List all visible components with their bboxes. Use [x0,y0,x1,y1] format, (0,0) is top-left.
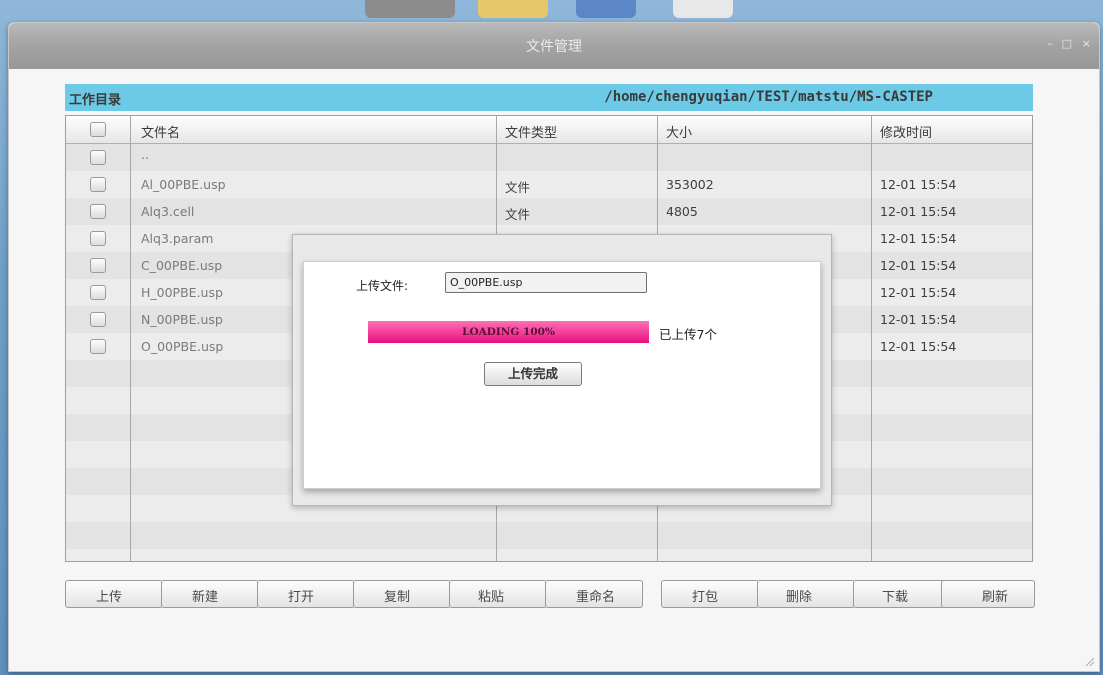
row-checkbox[interactable] [90,312,106,327]
row-checkbox[interactable] [90,177,106,192]
row-checkbox[interactable] [90,258,106,273]
file-modified-cell: 12-01 15:54 [880,285,957,300]
file-name-cell[interactable]: O_00PBE.usp [141,339,223,354]
upload-file-field[interactable]: O_00PBE.usp [445,272,647,293]
desktop-icon-app [576,0,636,18]
paste-button[interactable]: 粘贴 [449,580,547,608]
column-header-modified[interactable]: 修改时间 [880,122,932,141]
upload-dialog: 上传文件: O_00PBE.usp LOADING 100% 已上传7个 上传完… [303,261,821,489]
new-button[interactable]: 新建 [161,580,259,608]
empty-row [66,522,1032,549]
copy-button[interactable]: 复制 [353,580,451,608]
select-all-checkbox[interactable] [90,122,106,137]
upload-done-button[interactable]: 上传完成 [484,362,582,386]
refresh-button[interactable]: 刷新 [941,580,1035,608]
file-name-cell[interactable]: C_00PBE.usp [141,258,222,273]
file-name-cell[interactable]: Alq3.param [141,231,213,246]
upload-progress-bar: LOADING 100% [368,321,649,343]
file-name-cell[interactable]: Alq3.cell [141,204,194,219]
file-modified-cell: 12-01 15:54 [880,204,957,219]
row-checkbox[interactable] [90,285,106,300]
pack-button[interactable]: 打包 [661,580,759,608]
table-header: 文件名 文件类型 大小 修改时间 [66,116,1032,144]
download-button-label: 下载 [882,590,909,605]
file-name-cell[interactable]: Al_00PBE.usp [141,177,226,192]
working-directory-path: /home/chengyuqian/TEST/matstu/MS-CASTEP [604,89,933,105]
column-header-size[interactable]: 大小 [666,122,692,141]
file-type-cell: 文件 [505,207,531,222]
new-button-label: 新建 [192,590,219,605]
window-titlebar[interactable]: 文件管理 – □ × [9,23,1099,69]
copy-button-label: 复制 [384,590,411,605]
pack-button-label: 打包 [692,590,719,605]
file-name-cell[interactable]: N_00PBE.usp [141,312,223,327]
delete-button[interactable]: 删除 [757,580,855,608]
file-size-cell: 353002 [666,177,714,192]
uploaded-count: 已上传7个 [659,327,717,342]
file-name-cell[interactable]: H_00PBE.usp [141,285,223,300]
table-row[interactable]: Al_00PBE.usp 文件 353002 12-01 15:54 [66,171,1032,198]
file-name-cell[interactable]: .. [141,147,149,162]
file-type-cell: 文件 [505,180,531,195]
row-checkbox[interactable] [90,339,106,354]
close-icon[interactable]: × [1082,37,1091,50]
maximize-icon[interactable]: □ [1062,37,1072,50]
desktop-icon-grid [673,0,733,18]
upload-button[interactable]: 上传 [65,580,163,608]
upload-progress-text: LOADING 100% [462,326,555,338]
column-header-name[interactable]: 文件名 [141,122,180,141]
file-modified-cell: 12-01 15:54 [880,231,957,246]
open-button-label: 打开 [288,590,315,605]
open-button[interactable]: 打开 [257,580,355,608]
delete-button-label: 删除 [786,590,813,605]
desktop-icon-strip [365,0,455,18]
file-modified-cell: 12-01 15:54 [880,177,957,192]
table-row[interactable]: Alq3.cell 文件 4805 12-01 15:54 [66,198,1032,225]
column-divider [130,116,131,561]
working-directory-bar: 工作目录 /home/chengyuqian/TEST/matstu/MS-CA… [65,84,1033,111]
refresh-button-label: 刷新 [982,590,1009,605]
working-directory-label: 工作目录 [69,93,122,108]
minimize-icon[interactable]: – [1048,37,1054,50]
paste-button-label: 粘贴 [478,590,505,605]
rename-button[interactable]: 重命名 [545,580,643,608]
file-modified-cell: 12-01 15:54 [880,312,957,327]
download-button[interactable]: 下载 [853,580,951,608]
table-row[interactable]: .. [66,144,1032,171]
rename-button-label: 重命名 [576,590,616,605]
upload-button-label: 上传 [96,590,123,605]
row-checkbox[interactable] [90,231,106,246]
upload-file-label: 上传文件: [356,279,409,293]
column-divider [871,116,872,561]
row-checkbox[interactable] [90,204,106,219]
file-modified-cell: 12-01 15:54 [880,258,957,273]
file-size-cell: 4805 [666,204,698,219]
file-modified-cell: 12-01 15:54 [880,339,957,354]
window-title: 文件管理 [526,39,582,55]
row-checkbox[interactable] [90,150,106,165]
resize-grip-icon[interactable] [1085,657,1095,667]
desktop-icon-clock [478,0,548,18]
column-header-type[interactable]: 文件类型 [505,122,557,141]
